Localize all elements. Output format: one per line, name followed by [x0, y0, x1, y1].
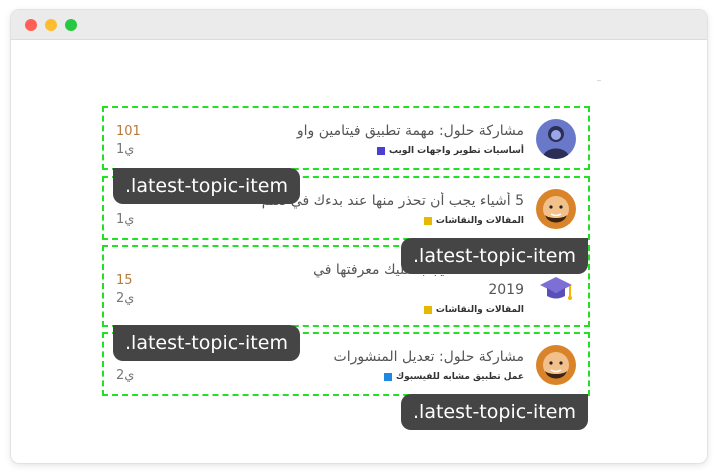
avatar: [536, 345, 576, 385]
selector-label: .latest-topic-item: [401, 238, 588, 274]
minimize-window-button[interactable]: [45, 19, 57, 31]
category-color-icon: [423, 217, 432, 225]
category-label: عمل تطبيق مشابه للفيسبوك: [395, 372, 524, 382]
topic-title[interactable]: مشاركة حلول: مهمة تطبيق فيتامين واو: [224, 122, 524, 140]
topic-age: 2ي: [116, 368, 135, 383]
maximize-window-button[interactable]: [65, 19, 77, 31]
topic-age: 1ي: [116, 212, 135, 227]
selector-label: .latest-topic-item: [113, 325, 300, 361]
category-label: المقالات والنقاشات: [435, 305, 524, 315]
reply-count: 101: [116, 124, 141, 139]
category-color-icon: [383, 373, 392, 381]
topic-title-continued[interactable]: 2019: [224, 281, 524, 299]
topic-category[interactable]: المقالات والنقاشات: [423, 216, 524, 226]
category-color-icon: [423, 306, 432, 314]
category-label: أساسيات تطوير واجهات الويب: [389, 146, 524, 156]
window-titlebar: [11, 10, 707, 40]
category-color-icon: [377, 147, 386, 155]
close-window-button[interactable]: [25, 19, 37, 31]
avatar: [536, 119, 576, 159]
topic-age: 2ي: [116, 291, 135, 306]
selector-label: .latest-topic-item: [113, 168, 300, 204]
divider: [597, 80, 601, 81]
reply-count: 15: [116, 273, 133, 288]
avatar: [536, 189, 576, 229]
category-label: المقالات والنقاشات: [435, 216, 524, 226]
selector-label: .latest-topic-item: [401, 394, 588, 430]
topic-category[interactable]: المقالات والنقاشات: [423, 305, 524, 315]
topic-age: 1ي: [116, 142, 135, 157]
topic-category[interactable]: أساسيات تطوير واجهات الويب: [377, 146, 524, 156]
topic-category[interactable]: عمل تطبيق مشابه للفيسبوك: [383, 372, 524, 382]
latest-topic-item[interactable]: مشاركة حلول: مهمة تطبيق فيتامين واو أساس…: [102, 106, 590, 170]
